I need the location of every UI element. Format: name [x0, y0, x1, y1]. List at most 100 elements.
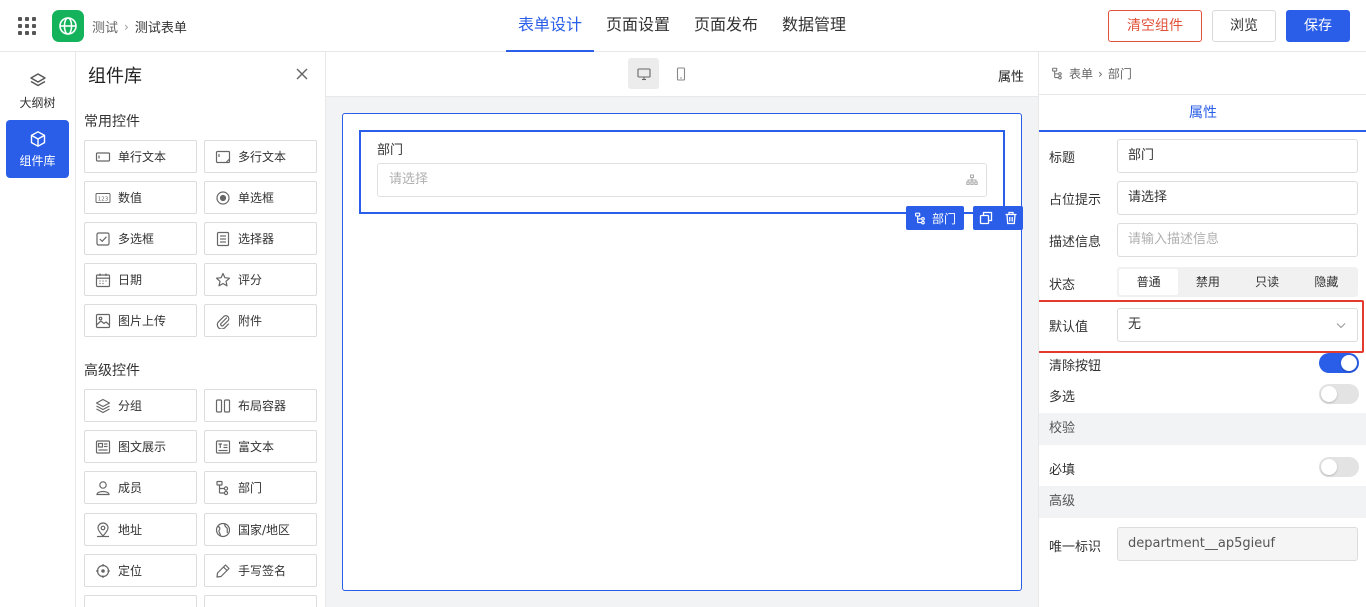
component-rich-text[interactable]: 富文本 [204, 430, 317, 463]
component-date[interactable]: 日期 [84, 263, 197, 296]
mobile-view-button[interactable] [665, 58, 696, 89]
multi-select-label: 多选 [1049, 390, 1076, 405]
multi-select-toggle[interactable] [1319, 384, 1359, 404]
field-toolbar [973, 206, 1023, 230]
multi-line-text-icon [215, 150, 231, 163]
desktop-view-button[interactable] [628, 58, 659, 89]
required-toggle[interactable] [1319, 457, 1359, 477]
selected-field-department[interactable]: 部门 请选择 部门 [359, 130, 1023, 230]
component-label: 图片上传 [118, 314, 167, 328]
component-radio[interactable]: 单选框 [204, 181, 317, 214]
status-option-disabled[interactable]: 禁用 [1178, 269, 1237, 295]
tab-page-publish[interactable]: 页面发布 [682, 0, 770, 52]
component-label: 选择器 [238, 232, 275, 246]
description-input[interactable]: 请输入描述信息 [1117, 223, 1358, 257]
component-more-right[interactable] [204, 595, 317, 607]
title-input[interactable]: 部门 [1117, 139, 1358, 173]
close-icon[interactable] [294, 66, 310, 82]
department-select-input[interactable]: 请选择 [377, 163, 987, 197]
paperclip-icon [216, 314, 230, 329]
props-breadcrumb: 表单 › 部门 [1051, 65, 1132, 82]
pen-icon [216, 563, 230, 578]
component-label: 分组 [118, 399, 143, 413]
calendar-icon [95, 273, 111, 287]
component-label: 单选框 [238, 191, 275, 205]
org-tree-icon [1052, 67, 1062, 80]
component-more-left[interactable] [84, 595, 197, 607]
unique-id-input[interactable]: department__ap5gieuf [1117, 527, 1358, 561]
org-chart-icon [966, 174, 978, 185]
props-breadcrumb-form[interactable]: 表单 [1069, 65, 1093, 82]
preview-button[interactable]: 浏览 [1212, 10, 1276, 42]
layers-icon [29, 72, 46, 86]
trash-icon[interactable] [1004, 211, 1018, 225]
rail-item-outline[interactable]: 大纲树 [6, 62, 69, 120]
tab-page-settings[interactable]: 页面设置 [594, 0, 682, 52]
single-line-text-icon [95, 151, 111, 162]
tab-properties[interactable]: 属性 [1039, 95, 1366, 132]
unique-id-label: 唯一标识 [1049, 540, 1102, 555]
component-location[interactable]: 定位 [84, 554, 197, 587]
tab-data-management[interactable]: 数据管理 [770, 0, 858, 52]
user-icon [96, 480, 110, 495]
field-label: 部门 [377, 143, 404, 158]
clear-components-button[interactable]: 清空组件 [1108, 10, 1202, 42]
rail-item-label: 组件库 [19, 153, 56, 168]
media-card-icon [95, 439, 111, 454]
component-rating[interactable]: 评分 [204, 263, 317, 296]
component-checkbox[interactable]: 多选框 [84, 222, 197, 255]
component-label: 数值 [118, 191, 143, 205]
rail-item-components[interactable]: 组件库 [6, 120, 69, 178]
status-segmented-control: 普通 禁用 只读 隐藏 [1117, 267, 1358, 297]
component-signature[interactable]: 手写签名 [204, 554, 317, 587]
group-title-common: 常用控件 [84, 114, 140, 130]
component-label: 成员 [118, 481, 143, 495]
rich-text-icon [215, 439, 231, 454]
status-option-normal[interactable]: 普通 [1119, 269, 1179, 295]
globe-logo-icon[interactable] [52, 10, 84, 42]
rail-item-label: 大纲树 [19, 95, 56, 110]
breadcrumb-app[interactable]: 测试 [92, 17, 118, 36]
component-member[interactable]: 成员 [84, 471, 197, 504]
default-value-select[interactable]: 无 [1117, 308, 1358, 342]
panel-title: 组件库 [88, 66, 142, 87]
props-tabs: 属性 [1039, 94, 1366, 132]
component-group[interactable]: 分组 [84, 389, 197, 422]
component-select[interactable]: 选择器 [204, 222, 317, 255]
component-department[interactable]: 部门 [204, 471, 317, 504]
placeholder-input[interactable]: 请选择 [1117, 181, 1358, 215]
component-label: 附件 [238, 314, 263, 328]
org-tree-icon [915, 212, 925, 224]
component-multi-line-text[interactable]: 多行文本 [204, 140, 317, 173]
status-option-hidden[interactable]: 隐藏 [1297, 269, 1356, 295]
chevron-right-icon: › [124, 19, 129, 34]
group-title-advanced: 高级控件 [84, 363, 140, 379]
component-attachment[interactable]: 附件 [204, 304, 317, 337]
main-nav: 表单设计 页面设置 页面发布 数据管理 [506, 0, 858, 52]
mobile-icon [676, 66, 685, 81]
component-address[interactable]: 地址 [84, 513, 197, 546]
component-layout-container[interactable]: 布局容器 [204, 389, 317, 422]
component-number[interactable]: 123 数值 [84, 181, 197, 214]
form-drop-area[interactable]: 部门 请选择 部门 [342, 113, 1023, 591]
save-button[interactable]: 保存 [1286, 10, 1350, 42]
component-label: 部门 [238, 481, 263, 495]
left-rail: 大纲树 组件库 [0, 52, 76, 607]
component-label: 定位 [118, 564, 143, 578]
status-option-readonly[interactable]: 只读 [1238, 269, 1297, 295]
tab-form-design[interactable]: 表单设计 [506, 0, 595, 52]
component-single-line-text[interactable]: 单行文本 [84, 140, 197, 173]
canvas-attr-label[interactable]: 属性 [998, 66, 1024, 85]
properties-panel: 表单 › 部门 属性 标题 部门 占位提示 请选择 描述信息 请输入描述信息 状… [1038, 52, 1366, 607]
component-media-card[interactable]: 图文展示 [84, 430, 197, 463]
breadcrumb: 测试 › 测试表单 [92, 17, 187, 37]
component-image-upload[interactable]: 图片上传 [84, 304, 197, 337]
clear-button-toggle[interactable] [1319, 353, 1359, 373]
placeholder-label: 占位提示 [1049, 193, 1102, 208]
component-country-region[interactable]: 国家/地区 [204, 513, 317, 546]
image-icon [95, 313, 111, 328]
component-library-panel: 组件库 常用控件 单行文本 多行文本 123 数值 单选框 多选框 选择器 日期… [76, 52, 326, 607]
copy-icon[interactable] [979, 211, 993, 225]
app-grid-icon[interactable] [18, 17, 36, 35]
required-label: 必填 [1049, 463, 1076, 478]
